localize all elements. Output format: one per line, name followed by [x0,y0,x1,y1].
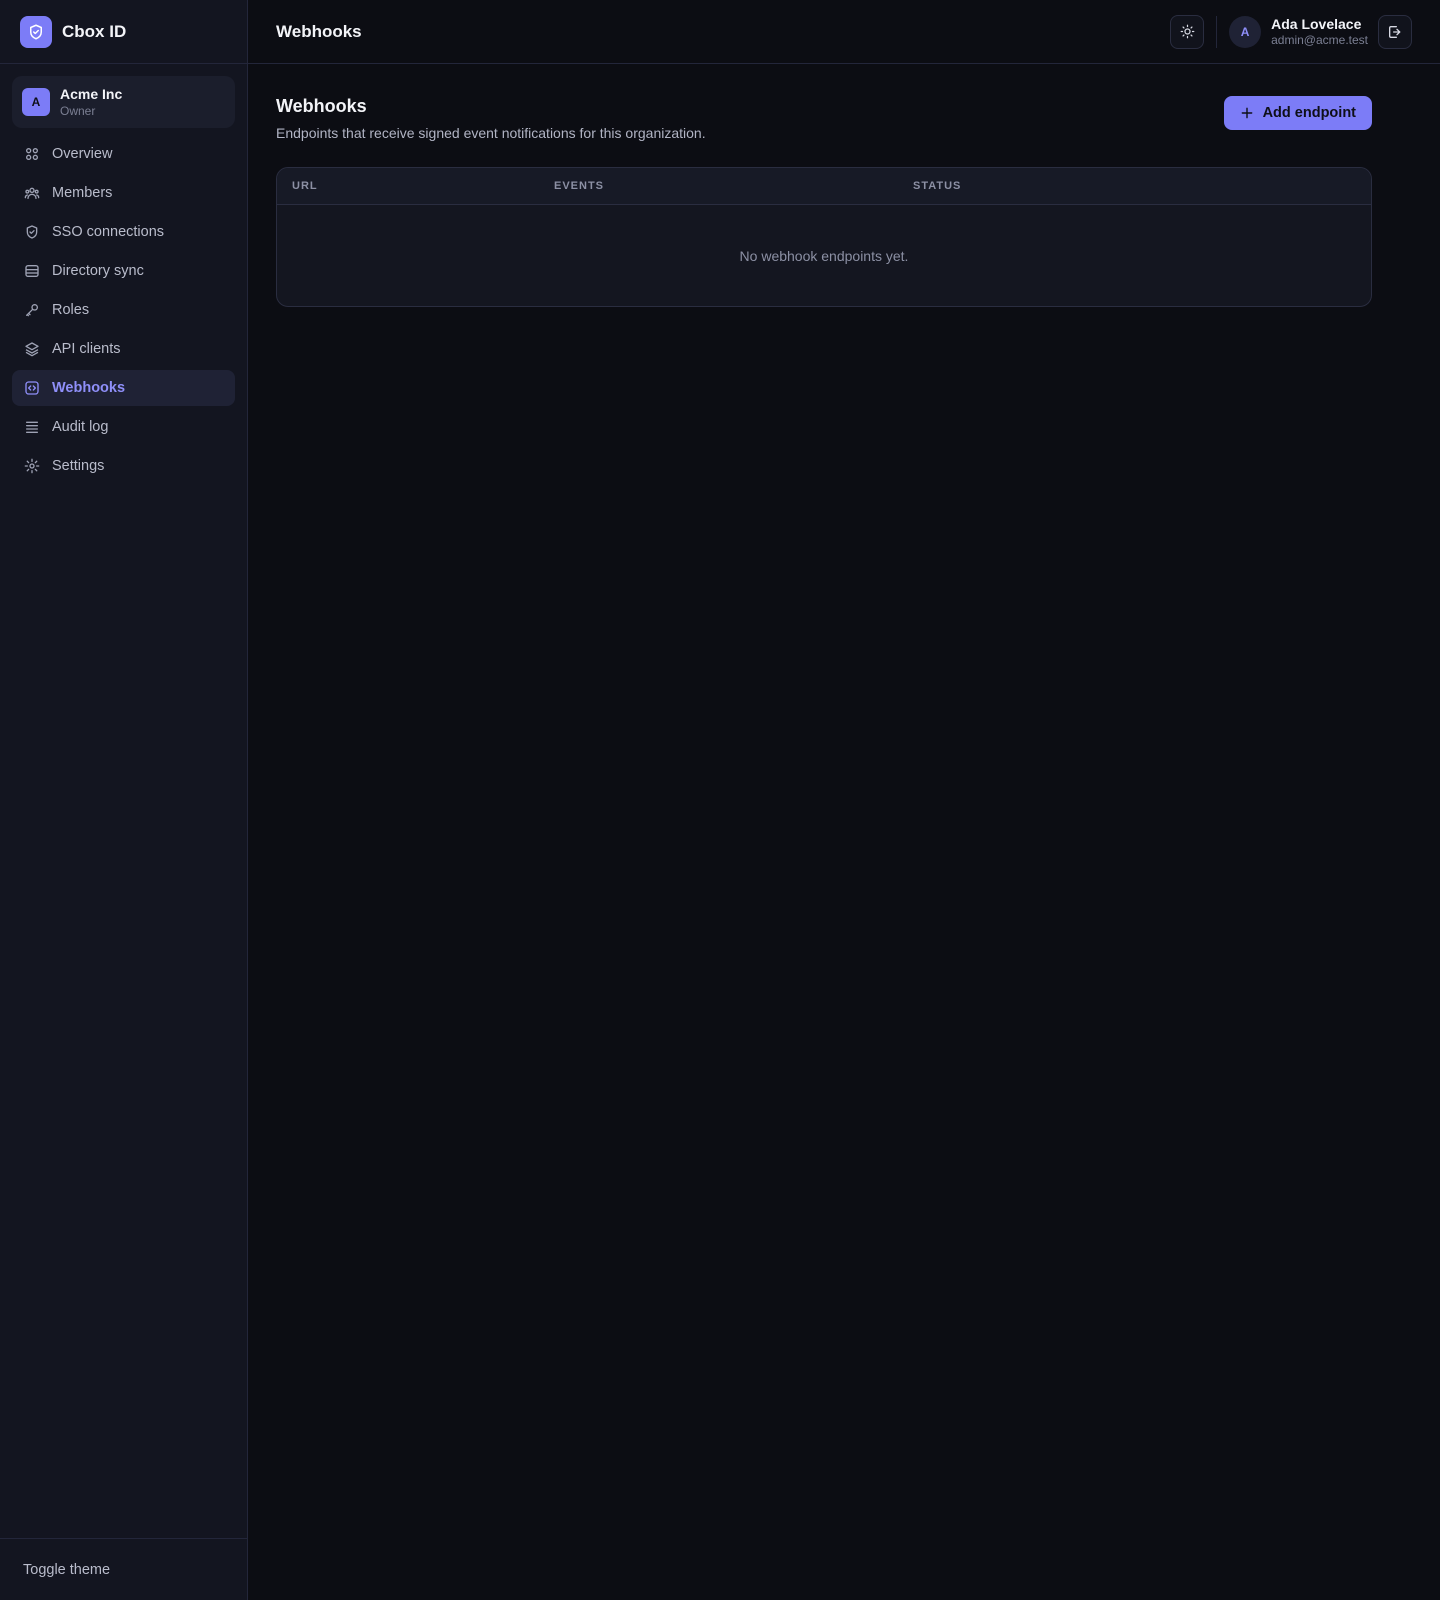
sidebar: Cbox ID A Acme Inc Owner Overview Member… [0,0,248,1600]
sidebar-item-members[interactable]: Members [12,175,235,211]
sidebar-item-label: Audit log [52,419,109,435]
sidebar-item-webhooks[interactable]: Webhooks [12,370,235,406]
user-email: admin@acme.test [1271,32,1368,47]
page-title: Webhooks [276,96,367,116]
sign-out-button[interactable] [1378,14,1412,49]
sidebar-item-api-clients[interactable]: API clients [12,331,235,367]
user-avatar[interactable]: A [1229,15,1262,48]
add-endpoint-label: Add endpoint [1262,105,1356,121]
top-header: Webhooks A Ada Lovelace admin@acme.test [248,0,1440,64]
sidebar-item-label: Directory sync [52,263,144,279]
org-role: Owner [60,103,96,118]
add-endpoint-button[interactable]: Add endpoint [1223,96,1372,130]
org-avatar: A [22,88,50,116]
user-name: Ada Lovelace [1271,15,1362,32]
sidebar-item-label: SSO connections [52,224,165,240]
header-title: Webhooks [276,21,362,41]
user-info: Ada Lovelace admin@acme.test [1271,16,1368,48]
grid-icon [24,146,40,162]
gear-icon [24,458,40,474]
page-header: Webhooks Endpoints that receive signed e… [276,96,1372,141]
toggle-theme-button[interactable]: Toggle theme [0,1538,247,1600]
header-actions: A Ada Lovelace admin@acme.test [1170,14,1412,49]
column-header-url: URL [292,180,318,192]
shield-icon [24,224,40,240]
sidebar-item-directory-sync[interactable]: Directory sync [12,253,235,289]
sidebar-item-label: Webhooks [52,380,126,396]
sidebar-item-overview[interactable]: Overview [12,136,235,172]
toggle-theme-label: Toggle theme [23,1561,111,1578]
logout-icon [1387,24,1403,40]
sidebar-item-sso-connections[interactable]: SSO connections [12,214,235,250]
users-icon [24,185,40,201]
webhook-icon [24,380,40,396]
org-switcher[interactable]: A Acme Inc Owner [12,76,235,128]
table-header: URL EVENTS STATUS [277,168,1371,205]
layers-icon [24,341,40,357]
sidebar-item-settings[interactable]: Settings [12,448,235,484]
plus-icon [1240,106,1254,120]
empty-state-text: No webhook endpoints yet. [739,247,909,264]
header-divider [1216,15,1218,48]
sidebar-item-label: Members [52,185,113,201]
shield-logo-icon [20,15,52,48]
database-icon [24,263,40,279]
brand[interactable]: Cbox ID [0,0,247,64]
column-header-status: STATUS [913,180,962,192]
list-icon [24,419,40,435]
sun-icon [1180,24,1195,39]
webhooks-table: URL EVENTS STATUS No webhook endpoints y… [276,167,1372,307]
page-description: Endpoints that receive signed event noti… [276,125,706,141]
sidebar-item-label: Overview [52,146,113,162]
sidebar-nav: Overview Members SSO connections Directo… [0,136,247,484]
key-icon [24,302,40,318]
app-name: Cbox ID [62,21,127,41]
sidebar-item-audit-log[interactable]: Audit log [12,409,235,445]
org-name: Acme Inc [60,85,123,102]
column-header-events: EVENTS [554,180,605,192]
main-content: Webhooks Endpoints that receive signed e… [276,96,1372,307]
theme-toggle-button[interactable] [1170,14,1205,49]
sidebar-item-label: Settings [52,458,105,474]
sidebar-item-label: Roles [52,302,90,318]
sidebar-item-label: API clients [52,341,121,357]
empty-state: No webhook endpoints yet. [277,205,1371,306]
sidebar-item-roles[interactable]: Roles [12,292,235,328]
